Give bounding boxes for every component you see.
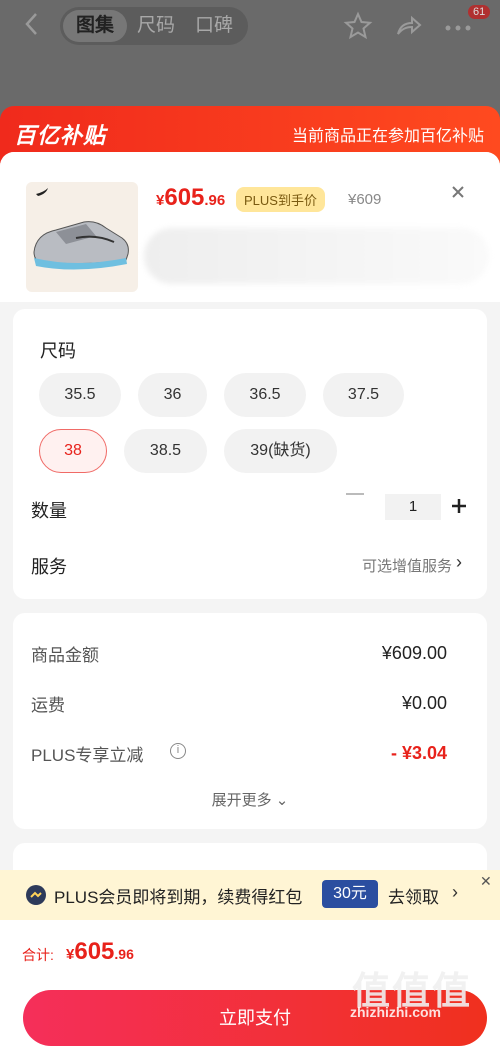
quantity-label: 数量 bbox=[31, 501, 67, 521]
size-chip[interactable]: 35.5 bbox=[39, 373, 121, 417]
plus-renewal-strip[interactable]: PLUS会员即将到期，续费得红包 30元 去领取 › ✕ bbox=[0, 870, 500, 920]
price-main: 605 bbox=[164, 184, 205, 211]
blurred-product-title bbox=[144, 228, 489, 284]
service-value[interactable]: 可选增值服务 bbox=[362, 555, 452, 576]
tab-size[interactable]: 尺码 bbox=[127, 7, 185, 45]
top-nav-bar: 图集 尺码 口碑 61 bbox=[0, 0, 500, 100]
star-icon[interactable] bbox=[342, 10, 374, 42]
share-icon[interactable] bbox=[392, 10, 424, 42]
chevron-right-icon: › bbox=[452, 882, 458, 902]
size-chip[interactable]: 37.5 bbox=[323, 373, 404, 417]
expand-more-label: 展开更多 bbox=[211, 792, 272, 809]
plus-discount-value: - ¥3.04 bbox=[390, 743, 447, 763]
message-badge: 61 bbox=[468, 5, 491, 19]
quantity-plus-button[interactable] bbox=[448, 495, 470, 517]
sale-price: ¥605.96 bbox=[156, 184, 225, 212]
quantity-input[interactable]: 1 bbox=[385, 494, 441, 520]
goods-amount-label: 商品金额 bbox=[31, 646, 99, 665]
plus-member-icon bbox=[26, 885, 46, 905]
tab-gallery[interactable]: 图集 bbox=[63, 10, 128, 42]
watermark-text: zhizhizhi.com bbox=[350, 1004, 441, 1020]
total-main: 605 bbox=[74, 938, 115, 965]
goods-amount-value: ¥609.00 bbox=[381, 643, 447, 663]
info-icon[interactable]: i bbox=[170, 743, 186, 759]
plus-coupon-amount: 30元 bbox=[322, 880, 378, 908]
back-arrow-icon[interactable] bbox=[22, 10, 52, 40]
product-summary: ¥605.96 PLUS到手价 ¥609 bbox=[0, 152, 500, 302]
chevron-right-icon[interactable]: › bbox=[456, 552, 462, 573]
quantity-minus-button[interactable] bbox=[346, 493, 364, 495]
size-chip-selected[interactable]: 38 bbox=[39, 429, 107, 473]
total-decimal: .96 bbox=[114, 946, 134, 962]
price-decimal: .96 bbox=[204, 192, 226, 209]
size-title: 尺码 bbox=[40, 341, 76, 361]
chevron-down-icon: ⌄ bbox=[275, 792, 289, 809]
original-price: ¥609 bbox=[348, 191, 382, 208]
tab-group: 图集 尺码 口碑 bbox=[60, 7, 248, 45]
total-amount: ¥605.96 bbox=[66, 938, 134, 966]
size-chip[interactable]: 38.5 bbox=[124, 429, 207, 473]
tab-reviews[interactable]: 口碑 bbox=[185, 7, 243, 45]
total-label: 合计: bbox=[22, 947, 54, 963]
service-label: 服务 bbox=[31, 557, 67, 577]
subsidy-logo: 百亿补贴 bbox=[14, 123, 107, 148]
close-icon[interactable] bbox=[448, 182, 468, 202]
fee-card: 商品金额 ¥609.00 运费 ¥0.00 PLUS专享立减 i - ¥3.04… bbox=[13, 613, 487, 829]
plus-discount-label: PLUS专享立减 bbox=[31, 746, 144, 765]
close-icon[interactable]: ✕ bbox=[480, 873, 492, 890]
shipping-value: ¥0.00 bbox=[401, 693, 447, 713]
plus-price-tag: PLUS到手价 bbox=[236, 187, 325, 212]
plus-renewal-text: PLUS会员即将到期，续费得红包 bbox=[54, 888, 303, 907]
subsidy-text: 当前商品正在参加百亿补贴 bbox=[291, 128, 484, 145]
size-chip[interactable]: 36 bbox=[138, 373, 207, 417]
plus-claim-link[interactable]: 去领取 bbox=[388, 883, 439, 908]
expand-more-link[interactable]: 展开更多 ⌄ bbox=[13, 789, 487, 810]
shipping-label: 运费 bbox=[31, 696, 65, 715]
size-chip[interactable]: 36.5 bbox=[224, 373, 306, 417]
checkout-bar: 合计: ¥605.96 立即支付 值值值 zhizhizhi.com bbox=[0, 920, 500, 1051]
purchase-sheet: ¥605.96 PLUS到手价 ¥609 尺码 35.5 36 36.5 37.… bbox=[0, 152, 500, 1051]
product-image bbox=[26, 182, 138, 292]
size-chip-out-of-stock[interactable]: 39(缺货) bbox=[224, 429, 337, 473]
